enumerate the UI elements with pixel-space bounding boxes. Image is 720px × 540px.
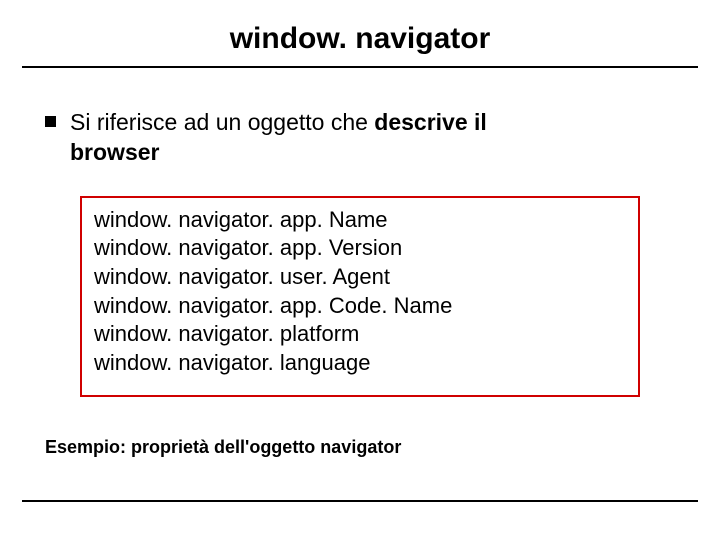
bullet-text: Si riferisce ad un oggetto che descrive …: [70, 108, 487, 168]
code-line: window. navigator. app. Code. Name: [94, 292, 626, 321]
content-area: Si riferisce ad un oggetto che descrive …: [0, 68, 720, 168]
square-bullet-icon: [45, 116, 56, 127]
example-label: Esempio: proprietà dell'oggetto navigato…: [45, 437, 675, 458]
code-box: window. navigator. app. Name window. nav…: [80, 196, 640, 398]
bullet-text-bold2: browser: [70, 139, 159, 165]
bullet-text-bold1: descrive il: [374, 109, 487, 135]
code-line: window. navigator. user. Agent: [94, 263, 626, 292]
code-line: window. navigator. app. Name: [94, 206, 626, 235]
code-line: window. navigator. platform: [94, 320, 626, 349]
divider-bottom: [22, 500, 698, 502]
slide-title: window. navigator: [0, 0, 720, 66]
bullet-text-pre: Si riferisce ad un oggetto che: [70, 109, 374, 135]
code-line: window. navigator. app. Version: [94, 234, 626, 263]
bullet-item: Si riferisce ad un oggetto che descrive …: [45, 108, 675, 168]
code-line: window. navigator. language: [94, 349, 626, 378]
